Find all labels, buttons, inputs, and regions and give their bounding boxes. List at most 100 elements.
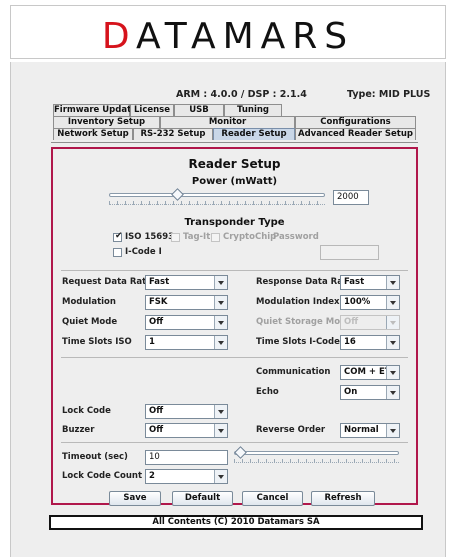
timeout-label: Timeout (sec) [62, 452, 128, 462]
iso15693-checkbox[interactable]: ✔ [113, 231, 123, 242]
timeout-slider-thumb[interactable] [234, 446, 247, 459]
modulation-value: FSK [149, 297, 168, 307]
chevron-down-icon[interactable] [214, 405, 227, 418]
time-slots-iso-value: 1 [149, 337, 155, 347]
echo-select[interactable]: On [340, 385, 400, 400]
device-type: Type: MID PLUS [347, 89, 431, 100]
quiet-storage-mode-select[interactable]: Off [340, 315, 400, 330]
communication-select[interactable]: COM + ETH [340, 365, 400, 380]
chevron-down-icon[interactable] [386, 276, 399, 289]
tab-inventory-setup[interactable]: Inventory Setup [53, 116, 160, 128]
response-data-rate-label: Response Data Rate [256, 277, 353, 287]
chevron-down-icon[interactable] [386, 386, 399, 399]
tab-usb[interactable]: USB [174, 104, 224, 116]
password-label: Password [273, 232, 319, 242]
icode-checkbox[interactable] [113, 248, 122, 257]
chevron-down-icon[interactable] [386, 424, 399, 437]
tagit-checkbox[interactable] [171, 233, 180, 242]
cryptochip-label: CryptoChip [223, 232, 277, 242]
chevron-down-icon[interactable] [386, 336, 399, 349]
modulation-select[interactable]: FSK [145, 295, 228, 310]
footer-copyright: All Contents (C) 2010 Datamars SA [49, 515, 423, 530]
reverse-order-label: Reverse Order [256, 425, 326, 435]
logo-letter-d: D [101, 16, 136, 57]
time-slots-iso-select[interactable]: 1 [145, 335, 228, 350]
password-field[interactable] [320, 245, 379, 260]
echo-label: Echo [256, 387, 279, 397]
lock-code-select[interactable]: Off [145, 404, 228, 419]
reverse-order-value: Normal [344, 425, 379, 435]
quiet-mode-select[interactable]: Off [145, 315, 228, 330]
tab-monitor[interactable]: Monitor [160, 116, 295, 128]
modulation-index-value: 100% [344, 297, 371, 307]
modulation-index-select[interactable]: 100% [340, 295, 400, 310]
quiet-storage-mode-label: Quiet Storage Mode [256, 317, 352, 327]
response-data-rate-select[interactable]: Fast [340, 275, 400, 290]
tab-reader-setup[interactable]: Reader Setup [213, 128, 295, 140]
timeout-field[interactable]: 10 [145, 450, 228, 465]
buzzer-value: Off [149, 425, 164, 435]
panel-title: Reader Setup [188, 157, 281, 171]
checkmark-icon: ✔ [115, 231, 123, 241]
iso15693-label: ISO 15693 [125, 232, 175, 242]
communication-label: Communication [256, 367, 331, 377]
logo-letters-rest: ATAMARS [135, 16, 355, 57]
tagit-label: Tag-It [183, 232, 211, 242]
tab-firmware-update[interactable]: Firmware Update [53, 104, 137, 116]
chevron-down-icon[interactable] [386, 366, 399, 379]
chevron-down-icon[interactable] [214, 336, 227, 349]
tab-configurations[interactable]: Configurations [295, 116, 416, 128]
firmware-version: ARM : 4.0.0 / DSP : 2.1.4 [176, 89, 307, 100]
buzzer-select[interactable]: Off [145, 423, 228, 438]
chevron-down-icon[interactable] [214, 296, 227, 309]
default-button[interactable]: Default [172, 491, 233, 506]
chevron-down-icon[interactable] [386, 316, 399, 329]
modulation-label: Modulation [62, 297, 116, 307]
power-slider-thumb[interactable] [171, 188, 184, 201]
response-data-rate-value: Fast [344, 277, 365, 287]
power-label: Power (mWatt) [191, 176, 278, 187]
quiet-mode-value: Off [149, 317, 164, 327]
reader-app: ARM : 4.0.0 / DSP : 2.1.4 Type: MID PLUS… [10, 62, 446, 557]
separator-3 [61, 442, 408, 443]
save-button[interactable]: Save [109, 491, 161, 506]
tab-advanced-reader-setup[interactable]: Advanced Reader Setup [295, 128, 416, 140]
modulation-index-label: Modulation Index [256, 297, 340, 307]
power-value-field[interactable]: 2000 [333, 190, 369, 205]
tab-rs232-setup[interactable]: RS-232 Setup [133, 128, 213, 140]
reader-setup-panel: Reader Setup Power (mWatt) 2000 Transpon… [51, 147, 418, 506]
separator-2 [61, 357, 408, 358]
cancel-button[interactable]: Cancel [242, 491, 303, 506]
quiet-storage-mode-value: Off [344, 317, 359, 327]
lock-code-label: Lock Code [62, 406, 111, 416]
page: DATAMARS ARM : 4.0.0 / DSP : 2.1.4 Type:… [0, 0, 455, 557]
datamars-logo: DATAMARS [11, 16, 445, 57]
separator-1 [61, 270, 408, 271]
chevron-down-icon[interactable] [386, 296, 399, 309]
lock-code-count-value: 2 [149, 471, 155, 481]
time-slots-icode-value: 16 [344, 337, 356, 347]
timeout-slider-ticks [234, 459, 399, 463]
request-data-rate-select[interactable]: Fast [145, 275, 228, 290]
time-slots-iso-label: Time Slots ISO [62, 337, 132, 347]
request-data-rate-label: Request Data Rate [62, 277, 152, 287]
icode-label: I-Code I [125, 247, 162, 257]
tab-tuning[interactable]: Tuning [224, 104, 282, 116]
time-slots-icode-select[interactable]: 16 [340, 335, 400, 350]
cryptochip-checkbox[interactable] [211, 233, 220, 242]
reverse-order-select[interactable]: Normal [340, 423, 400, 438]
timeout-slider-track[interactable] [234, 451, 399, 455]
chevron-down-icon[interactable] [214, 424, 227, 437]
quiet-mode-label: Quiet Mode [62, 317, 118, 327]
tab-license[interactable]: License [130, 104, 174, 116]
chevron-down-icon[interactable] [214, 470, 227, 483]
chevron-down-icon[interactable] [214, 276, 227, 289]
refresh-button[interactable]: Refresh [311, 491, 375, 506]
request-data-rate-value: Fast [149, 277, 170, 287]
tab-network-setup[interactable]: Network Setup [53, 128, 133, 140]
lock-code-count-select[interactable]: 2 [145, 469, 228, 484]
chevron-down-icon[interactable] [214, 316, 227, 329]
buzzer-label: Buzzer [62, 425, 95, 435]
power-slider-track[interactable] [109, 193, 325, 197]
transponder-type-label: Transponder Type [184, 217, 285, 228]
